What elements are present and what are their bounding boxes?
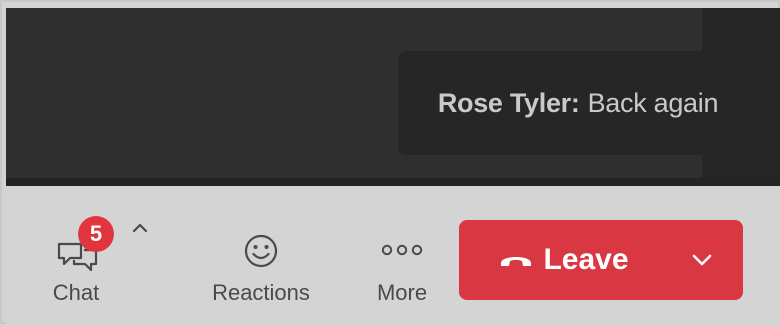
more-button[interactable]: More	[362, 226, 442, 316]
chat-label: Chat	[52, 280, 100, 305]
leave-options-chevron-icon[interactable]	[689, 250, 715, 270]
smiley-icon	[244, 234, 278, 268]
leave-button[interactable]: Leave	[459, 220, 669, 300]
chat-button[interactable]: 5 Chat	[36, 216, 116, 326]
reactions-button[interactable]: Reactions	[196, 226, 326, 316]
notification-message: Back again	[587, 87, 719, 118]
leave-button-group: Leave	[459, 220, 743, 300]
notification-sender: Rose Tyler:	[437, 87, 580, 118]
leave-label: Leave	[543, 243, 629, 276]
video-bottom-edge	[6, 178, 780, 186]
meeting-window: Rose Tyler: Back again 5 Chat Reactions	[0, 0, 780, 326]
chat-notification-toast[interactable]: Rose Tyler: Back again	[398, 51, 758, 155]
reactions-label: Reactions	[212, 280, 310, 305]
phone-hangup-icon	[501, 257, 532, 266]
chat-options-caret-icon[interactable]	[130, 218, 150, 238]
ellipsis-icon	[381, 244, 423, 256]
more-label: More	[376, 280, 428, 305]
chat-unread-badge: 5	[78, 216, 114, 252]
